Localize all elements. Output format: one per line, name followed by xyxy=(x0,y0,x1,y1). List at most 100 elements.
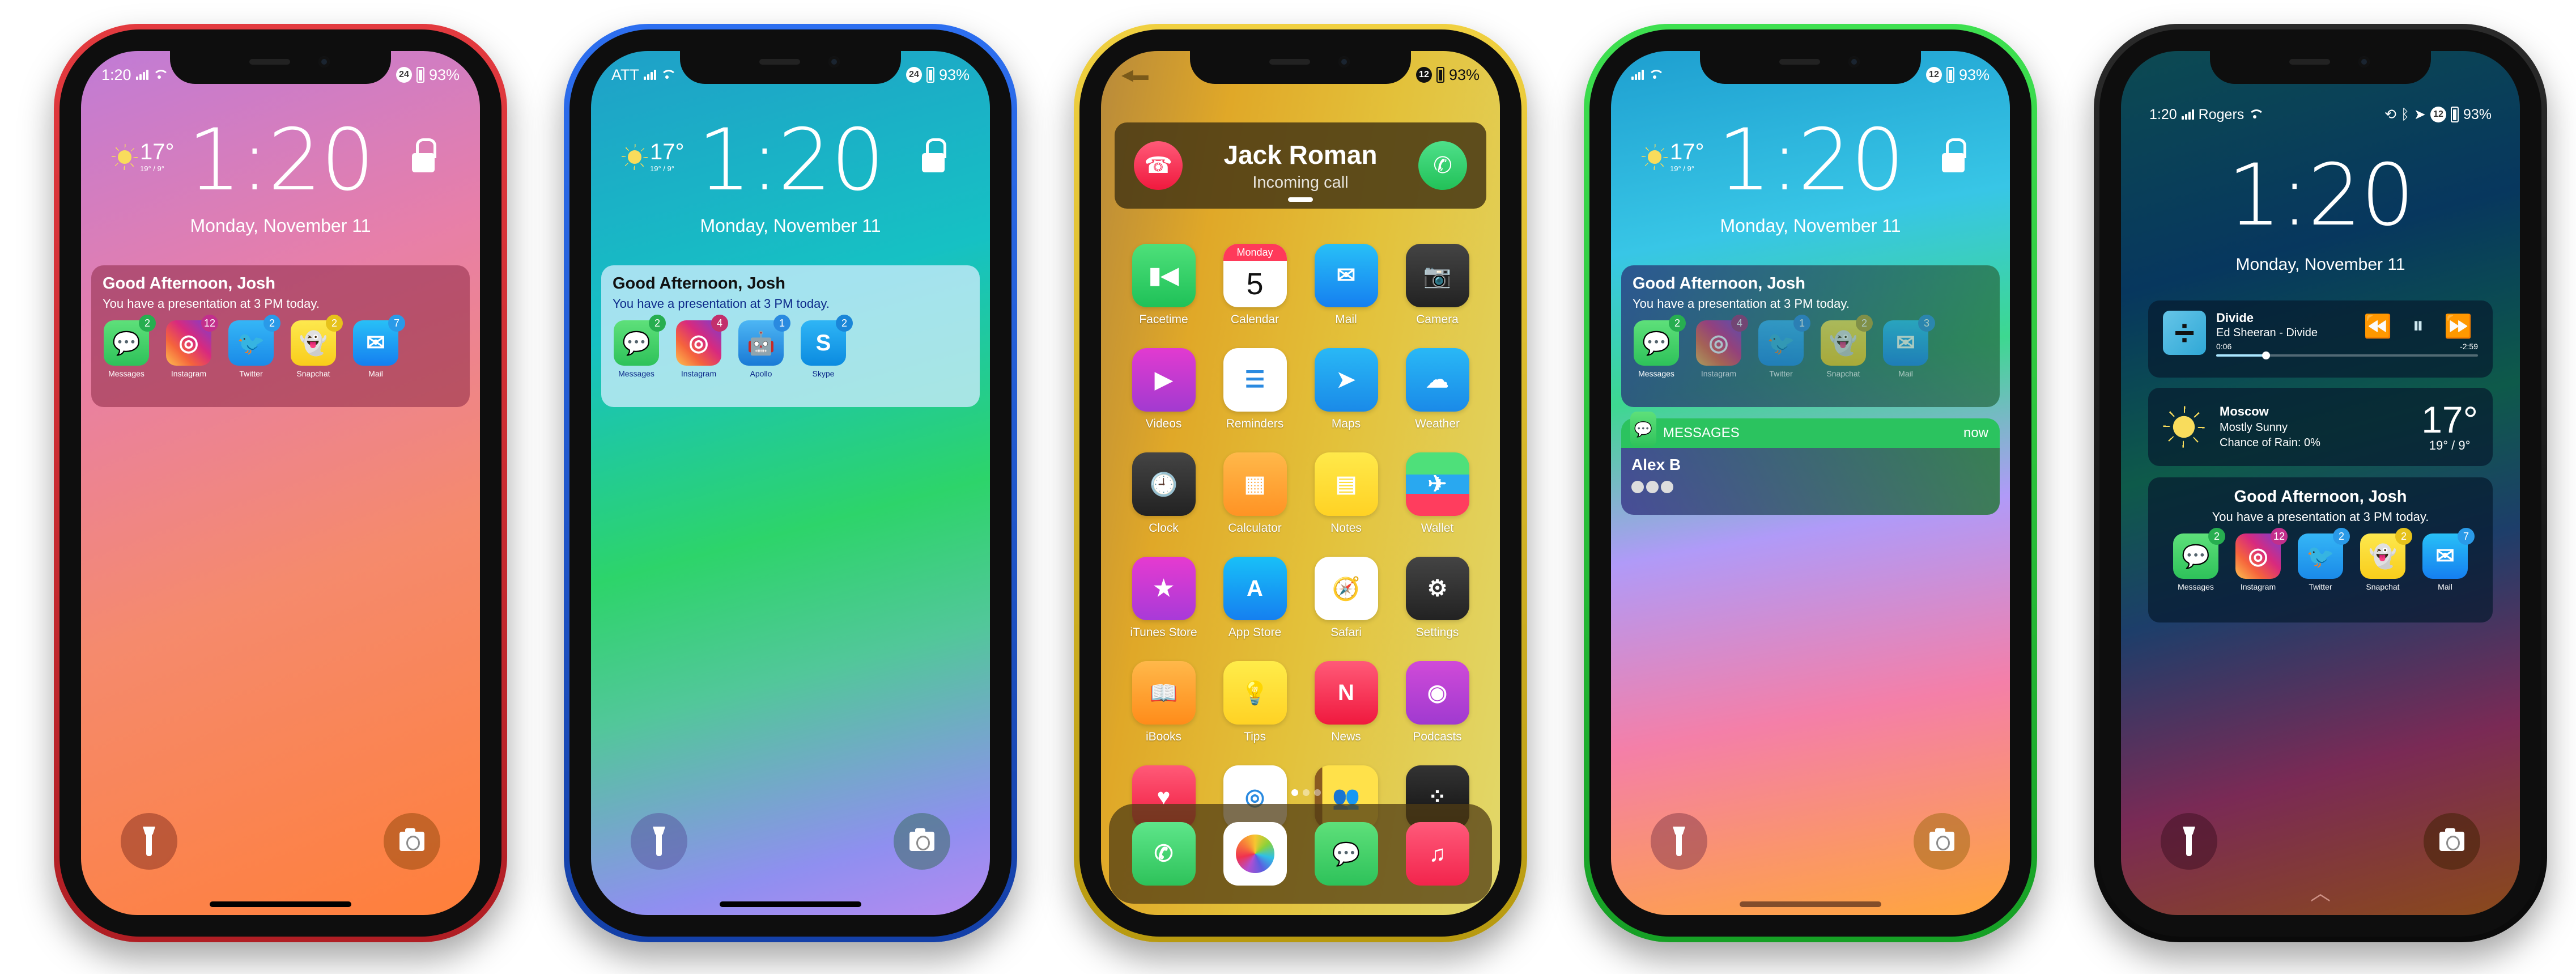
app-label: Snapchat xyxy=(1826,369,1860,378)
app-label: Calculator xyxy=(1228,522,1282,535)
app-wallet[interactable]: ✈ Wallet xyxy=(1392,452,1483,535)
app-messages[interactable]: 💬 2 Messages xyxy=(613,315,666,378)
app-label: Mail xyxy=(2438,582,2452,591)
app-weather[interactable]: ☁ Weather xyxy=(1392,348,1483,431)
flashlight-button[interactable] xyxy=(631,813,687,870)
app-snapchat[interactable]: 👻 2 Snapchat xyxy=(1820,315,1873,378)
flashlight-button[interactable] xyxy=(2161,813,2217,870)
app-news[interactable]: N News xyxy=(1300,661,1392,744)
app-messages[interactable]: 💬 2 Messages xyxy=(2172,528,2225,591)
dock-messages[interactable]: 💬 xyxy=(1314,822,1378,886)
home-indicator[interactable] xyxy=(1740,901,1881,907)
badge: 2 xyxy=(836,315,853,332)
greeting-subtitle: You have a presentation at 3 PM today. xyxy=(1633,297,1850,311)
call-status: Incoming call xyxy=(1252,173,1349,192)
badge: 2 xyxy=(2333,528,2350,545)
app-apollo[interactable]: 🤖 1 Apollo xyxy=(737,315,790,378)
sun-icon xyxy=(112,144,138,170)
app-calculator[interactable]: ▦ Calculator xyxy=(1209,452,1300,535)
app-videos[interactable]: ▶ Videos xyxy=(1118,348,1209,431)
page-dot[interactable] xyxy=(1303,789,1310,796)
app-settings[interactable]: ⚙ Settings xyxy=(1392,557,1483,640)
decline-call-button[interactable]: ☎ xyxy=(1134,141,1183,190)
rewind-button[interactable]: ⏪ xyxy=(2364,313,2392,340)
camera-button[interactable] xyxy=(384,813,440,870)
app-mail[interactable]: ✉ 3 Mail xyxy=(1882,315,1935,378)
home-indicator[interactable] xyxy=(210,901,351,907)
dock-photos[interactable] xyxy=(1223,822,1287,886)
dock-music[interactable]: ♫ xyxy=(1405,822,1469,886)
app-label: Instagram xyxy=(1701,369,1737,378)
message-notification[interactable]: 💬 MESSAGES now Alex B xyxy=(1621,412,2000,515)
fast-forward-button[interactable]: ⏩ xyxy=(2444,313,2472,340)
page-indicator[interactable] xyxy=(1280,789,1321,796)
camera-button[interactable] xyxy=(1914,813,1970,870)
flashlight-button[interactable] xyxy=(121,813,177,870)
notification-app: MESSAGES xyxy=(1663,425,1740,441)
app-instagram[interactable]: ◎ 4 Instagram xyxy=(675,315,728,378)
dock-phone[interactable]: ✆ xyxy=(1132,822,1196,886)
app-messages[interactable]: 💬 2 Messages xyxy=(103,315,156,378)
app-label: Instagram xyxy=(2240,582,2276,591)
app-podcasts[interactable]: ◉ Podcasts xyxy=(1392,661,1483,744)
accept-call-button[interactable]: ✆ xyxy=(1418,141,1467,190)
app-mail[interactable]: ✉ 7 Mail xyxy=(2421,528,2475,591)
camera-button[interactable] xyxy=(894,813,950,870)
progress-slider[interactable] xyxy=(2216,352,2478,359)
badge: 3 xyxy=(1918,315,1935,332)
app-twitter[interactable]: 🐦 2 Twitter xyxy=(227,315,280,378)
app-label: Messages xyxy=(108,369,144,378)
camera-icon xyxy=(399,828,424,851)
app-skype[interactable]: S 2 Skype xyxy=(800,315,853,378)
photos-icon xyxy=(1235,835,1274,873)
app-maps[interactable]: ➤ Maps xyxy=(1300,348,1392,431)
progress-knob[interactable] xyxy=(2262,352,2270,359)
home-indicator[interactable] xyxy=(720,901,861,907)
camera-button[interactable] xyxy=(2424,813,2480,870)
swipe-up-chevron-icon[interactable]: ︿ xyxy=(2310,876,2331,906)
app-twitter[interactable]: 🐦 2 Twitter xyxy=(2297,528,2350,591)
page-dot[interactable] xyxy=(1280,789,1287,796)
greeting-widget[interactable]: Good Afternoon, Josh You have a presenta… xyxy=(91,265,470,420)
home-screen: ◀▬ 12 93% ☎ Jack Roman Incoming call ✆ ▮◀… xyxy=(1101,51,1500,915)
page-dot[interactable] xyxy=(1314,789,1321,796)
app-tips[interactable]: 💡 Tips xyxy=(1209,661,1300,744)
podcasts-icon: ◉ xyxy=(1405,661,1469,725)
app-notes[interactable]: ▤ Notes xyxy=(1300,452,1392,535)
page-dot[interactable] xyxy=(1291,789,1298,796)
app-instagram[interactable]: ◎ 12 Instagram xyxy=(165,315,218,378)
app-itunes-store[interactable]: ★ iTunes Store xyxy=(1118,557,1209,640)
banner-handle[interactable] xyxy=(1288,197,1313,202)
pause-button[interactable]: ⏸ xyxy=(2412,313,2424,340)
greeting-widget[interactable]: Good Afternoon, Josh You have a presenta… xyxy=(1621,265,2000,407)
music-player-widget[interactable]: Divide Ed Sheeran - Divide 0:06-2:59 ⏪ ⏸… xyxy=(2148,300,2493,378)
app-mail[interactable]: ✉ 7 Mail xyxy=(352,315,405,378)
app-clock[interactable]: 🕘 Clock xyxy=(1118,452,1209,535)
greeting-widget[interactable]: Good Afternoon, Josh You have a presenta… xyxy=(601,265,980,420)
signal-icon xyxy=(1631,70,1644,80)
app-twitter[interactable]: 🐦 1 Twitter xyxy=(1757,315,1810,378)
wifi-icon xyxy=(2248,109,2265,120)
carrier: ATT xyxy=(611,66,639,83)
app-snapchat[interactable]: 👻 2 Snapchat xyxy=(290,315,343,378)
app-facetime[interactable]: ▮◀ Facetime xyxy=(1118,244,1209,327)
app-instagram[interactable]: ◎ 12 Instagram xyxy=(2234,528,2288,591)
app-messages[interactable]: 💬 2 Messages xyxy=(1633,315,1686,378)
weather-widget[interactable]: Moscow Mostly Sunny Chance of Rain: 0% 1… xyxy=(2148,388,2493,466)
incoming-call-banner[interactable]: ☎ Jack Roman Incoming call ✆ xyxy=(1115,122,1486,209)
app-safari[interactable]: 🧭 Safari xyxy=(1300,557,1392,640)
notes-icon: ▤ xyxy=(1314,452,1378,516)
app-reminders[interactable]: ☰ Reminders xyxy=(1209,348,1300,431)
app-app-store[interactable]: A App Store xyxy=(1209,557,1300,640)
flashlight-button[interactable] xyxy=(1651,813,1707,870)
app-label: Notes xyxy=(1330,522,1362,535)
greeting-widget[interactable]: Good Afternoon, Josh You have a presenta… xyxy=(2148,477,2493,622)
app-camera[interactable]: 📷 Camera xyxy=(1392,244,1483,327)
app-ibooks[interactable]: 📖 iBooks xyxy=(1118,661,1209,744)
app-snapchat[interactable]: 👻 2 Snapchat xyxy=(2359,528,2412,591)
status-bar: 12 93% xyxy=(1631,63,1990,86)
app-calendar[interactable]: Monday 5 Calendar xyxy=(1209,244,1300,327)
badge: 2 xyxy=(1856,315,1873,332)
app-mail[interactable]: ✉ Mail xyxy=(1300,244,1392,327)
app-instagram[interactable]: ◎ 4 Instagram xyxy=(1695,315,1748,378)
